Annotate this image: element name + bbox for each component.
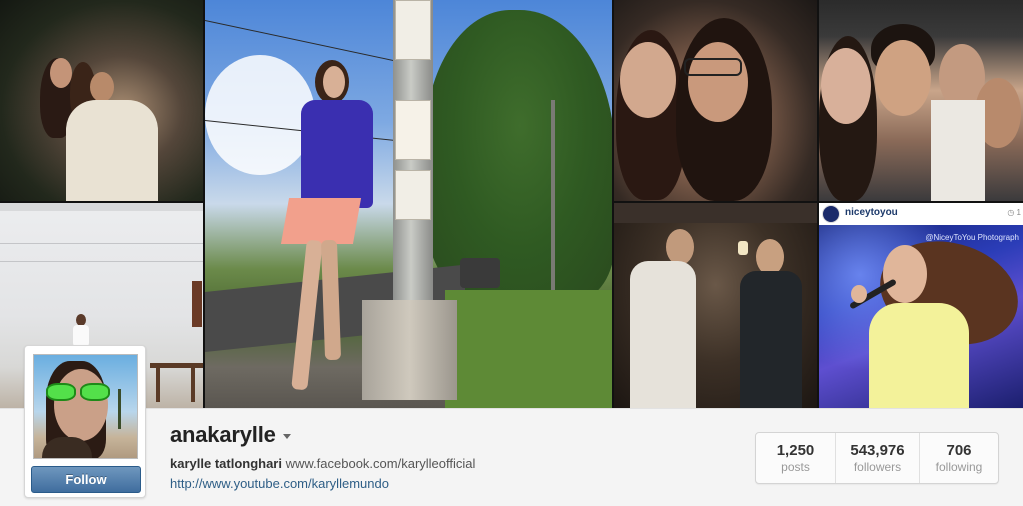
stat-posts[interactable]: 1,250 posts	[756, 433, 836, 483]
stat-followers-label: followers	[853, 460, 902, 474]
photo-tile-4[interactable]	[614, 0, 817, 201]
wire	[0, 261, 203, 262]
stats-box: 1,250 posts 543,976 followers 706 follow…	[755, 432, 999, 484]
website-link[interactable]: http://www.youtube.com/karyllemundo	[170, 476, 389, 491]
stat-posts-count: 1,250	[776, 442, 815, 459]
woman-leg	[320, 239, 342, 361]
person-shirt	[66, 100, 158, 201]
follow-button[interactable]: Follow	[31, 466, 141, 493]
photo-tile-6[interactable]	[614, 203, 817, 408]
lens	[80, 383, 110, 401]
bio: karylle tatlonghari www.facebook.com/kar…	[170, 456, 475, 471]
lamp-light	[738, 241, 748, 255]
power-line	[205, 20, 401, 63]
cloud	[205, 55, 315, 175]
singer-face	[883, 245, 927, 303]
tree	[425, 10, 612, 300]
username-row: anakarylle	[170, 422, 291, 448]
pole-poster	[395, 100, 431, 160]
username: anakarylle	[170, 422, 276, 447]
avatar[interactable]	[33, 354, 138, 459]
post	[192, 281, 202, 327]
photo-tile-7[interactable]: niceytoyou ◷ 1 @NiceyToYou Photograph	[819, 203, 1023, 408]
avatar-face	[54, 369, 108, 441]
car	[460, 258, 500, 288]
stat-followers[interactable]: 543,976 followers	[836, 433, 920, 483]
woman-skirt	[280, 198, 362, 244]
stat-followers-count: 543,976	[850, 442, 905, 459]
photo-watermark: @NiceyToYou Photograph	[925, 233, 1019, 242]
person-face	[90, 72, 114, 102]
awning	[0, 203, 203, 211]
person-face	[756, 239, 784, 275]
street-lamp	[551, 100, 555, 300]
photo-tile-1[interactable]	[0, 0, 203, 201]
pole-poster	[395, 0, 431, 60]
ceiling	[614, 203, 817, 223]
embedded-username: niceytoyou	[845, 207, 898, 218]
singer-hand	[851, 285, 867, 303]
person-shirt	[740, 271, 802, 408]
person-shirt	[931, 100, 985, 201]
grass	[445, 290, 612, 408]
embedded-avatar	[822, 205, 840, 223]
embedded-post-header: niceytoyou ◷ 1	[819, 203, 1023, 225]
person-face	[50, 58, 72, 88]
photo-tile-5[interactable]	[819, 0, 1023, 201]
bio-facebook-link[interactable]: www.facebook.com/karylleofficial	[286, 456, 476, 471]
stat-following-label: following	[935, 460, 983, 474]
clock-icon: ◷	[1007, 208, 1015, 217]
stat-following-count: 706	[946, 442, 972, 459]
woman-top	[301, 100, 373, 208]
person-face	[875, 40, 931, 116]
palm-tree	[118, 389, 121, 429]
profile-page: niceytoyou ◷ 1 @NiceyToYou Photograph Fo…	[0, 0, 1023, 506]
wire	[0, 243, 203, 244]
person-face	[666, 229, 694, 265]
embedded-time-value: 1	[1016, 208, 1021, 217]
sunglasses-icon	[46, 383, 112, 403]
person-shirt	[630, 261, 696, 408]
pole-base	[362, 300, 457, 400]
person-face	[620, 42, 676, 118]
stat-following[interactable]: 706 following	[920, 433, 998, 483]
photo-mosaic: niceytoyou ◷ 1 @NiceyToYou Photograph	[0, 0, 1023, 408]
eyeglasses	[684, 58, 742, 76]
avatar-card: Follow	[24, 345, 146, 498]
person-body	[73, 325, 89, 347]
person-face	[688, 42, 748, 122]
pole-poster	[395, 170, 431, 220]
bench	[150, 363, 203, 402]
stat-posts-label: posts	[781, 460, 810, 474]
singer-top	[869, 303, 969, 408]
woman-face	[323, 66, 345, 98]
photo-tile-3[interactable]	[205, 0, 612, 408]
embedded-time: ◷ 1	[1007, 208, 1021, 217]
chevron-down-icon[interactable]	[282, 434, 291, 439]
person-face	[821, 48, 871, 124]
full-name: karylle tatlonghari	[170, 456, 282, 471]
lens	[46, 383, 76, 401]
